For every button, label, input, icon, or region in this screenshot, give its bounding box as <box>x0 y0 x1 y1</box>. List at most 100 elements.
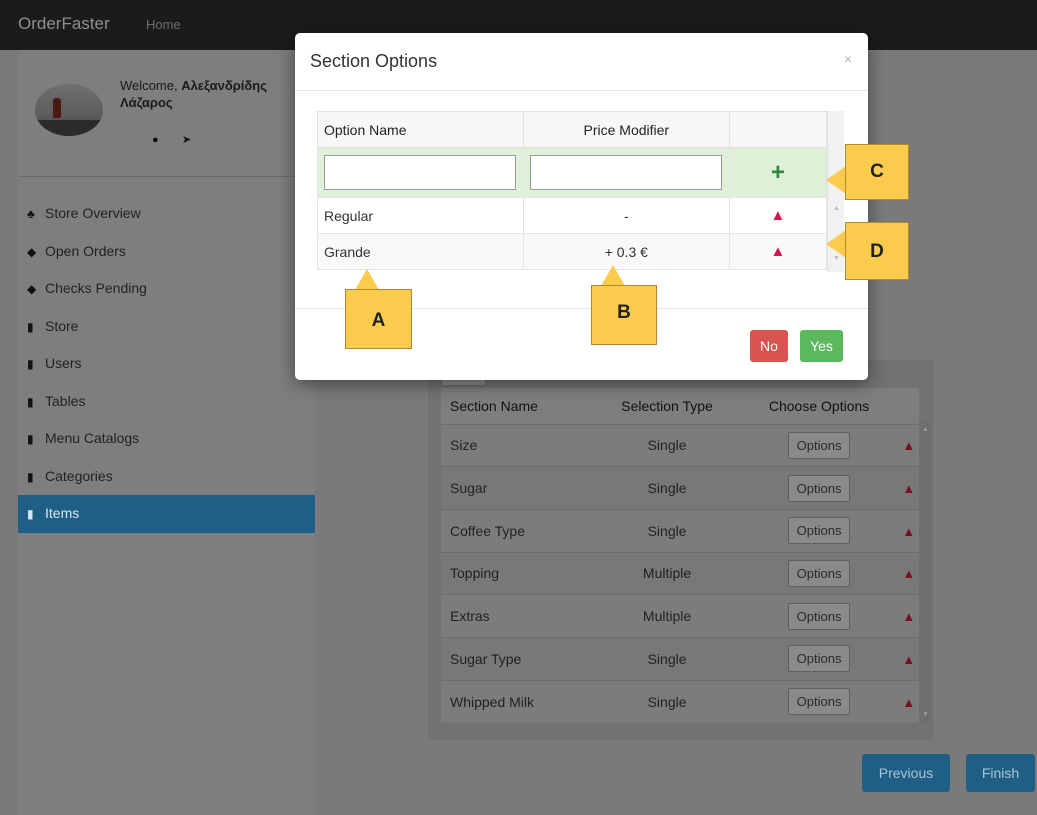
callout-c-pointer <box>826 166 846 194</box>
table-row: Size Single Options ▲ <box>441 423 919 467</box>
table-row: Topping Multiple Options ▲ <box>441 551 919 595</box>
sidebar-item-label: Items <box>45 505 80 521</box>
sidebar-item-store-overview[interactable]: ♣ Store Overview <box>18 195 315 233</box>
close-icon[interactable]: × <box>844 51 852 67</box>
section-name: Topping <box>441 551 595 595</box>
book-icon: ▮ <box>27 432 34 446</box>
diamond-icon: ◆ <box>27 244 37 259</box>
sidebar-item-label: Store <box>45 317 79 334</box>
modal-header: Section Options × <box>295 33 868 91</box>
options-table: Option Name Price Modifier + Regular - ▲… <box>317 111 828 270</box>
book-icon: ▮ <box>27 394 34 409</box>
callout-d: D <box>845 222 909 280</box>
sidebar: Welcome, Αλεξανδρίδης Λάζαρος ● ➤ ♣ Store… <box>18 50 315 815</box>
selection-type: Single <box>594 679 740 723</box>
sidebar-item-checks-pending[interactable]: ◆ Checks Pending <box>18 270 315 308</box>
table-row: Regular - ▲ <box>317 197 828 234</box>
delete-trash-icon[interactable]: ▲ <box>770 243 785 260</box>
options-button[interactable]: Options <box>787 431 851 459</box>
options-button[interactable]: Options <box>787 517 851 545</box>
avatar <box>35 84 103 136</box>
option-name: Grande <box>317 233 524 270</box>
sidebar-item-menu-catalogs[interactable]: ▮ Menu Catalogs <box>18 420 315 458</box>
options-button[interactable]: Options <box>787 645 851 673</box>
section-name: Extras <box>441 594 595 638</box>
option-name-input[interactable] <box>324 155 517 190</box>
logout-icon[interactable]: ➤ <box>182 133 191 146</box>
callout-a-pointer <box>355 269 379 290</box>
options-button[interactable]: Options <box>787 688 851 716</box>
scroll-down-icon[interactable]: ▼ <box>922 711 929 718</box>
sidebar-item-open-orders[interactable]: ◆ Open Orders <box>18 233 315 271</box>
trash-icon[interactable]: ▲ <box>902 652 915 667</box>
column-header-actions <box>728 111 828 148</box>
column-header: Selection Type <box>594 388 740 424</box>
table-row: Sugar Single Options ▲ <box>441 466 919 510</box>
trash-icon[interactable]: ▲ <box>902 566 915 581</box>
table-row: Grande + 0.3 € ▲ <box>317 233 828 270</box>
scroll-up-icon[interactable]: ▲ <box>833 205 840 212</box>
section-name: Sugar <box>441 466 595 510</box>
options-button[interactable]: Options <box>787 474 851 502</box>
price-modifier-input[interactable] <box>530 155 723 190</box>
trash-icon[interactable]: ▲ <box>902 695 915 710</box>
table-row: Sugar Type Single Options ▲ <box>441 636 919 681</box>
option-price: - <box>522 197 730 234</box>
sidebar-item-label: Tables <box>45 392 86 409</box>
sections-scrollbar[interactable]: ▲ ▼ <box>919 422 933 722</box>
sidebar-item-tables[interactable]: ▮ Tables <box>18 383 315 421</box>
avatar-figure <box>53 98 61 118</box>
callout-b-pointer <box>601 265 625 286</box>
sidebar-item-label: Menu Catalogs <box>45 430 140 446</box>
selection-type: Single <box>594 423 740 467</box>
trash-icon[interactable]: ▲ <box>902 524 915 539</box>
sidebar-item-store[interactable]: ▮ Store <box>18 308 315 346</box>
table-row: Extras Multiple Options ▲ <box>441 594 919 638</box>
book-icon: ▮ <box>27 319 34 334</box>
sidebar-item-users[interactable]: ▮ Users <box>18 345 315 383</box>
book-icon: ▮ <box>27 507 34 521</box>
user-icon[interactable]: ● <box>152 134 159 146</box>
nav-home-link[interactable]: Home <box>146 17 181 32</box>
selection-type: Single <box>594 466 740 510</box>
callout-b: B <box>591 285 657 345</box>
sidebar-item-items[interactable]: ▮ Items <box>18 495 315 533</box>
previous-button[interactable]: Previous <box>862 754 950 792</box>
sitemap-icon: ♣ <box>27 207 35 221</box>
option-name: Regular <box>317 197 524 234</box>
section-name: Coffee Type <box>441 508 595 553</box>
option-price: + 0.3 € <box>522 233 730 270</box>
section-name: Whipped Milk <box>441 679 595 723</box>
options-button[interactable]: Options <box>787 602 851 630</box>
user-firstname: Λάζαρος <box>120 95 173 110</box>
trash-icon[interactable]: ▲ <box>902 481 915 496</box>
scroll-up-icon[interactable]: ▲ <box>922 426 929 433</box>
add-option-plus-icon[interactable]: + <box>771 159 785 186</box>
section-name: Size <box>441 423 595 467</box>
callout-d-pointer <box>826 230 846 258</box>
avatar-ground <box>35 120 103 136</box>
column-header-option-name: Option Name <box>317 111 524 148</box>
trash-icon[interactable]: ▲ <box>902 438 915 453</box>
table-row: Whipped Milk Single Options ▲ <box>441 679 919 723</box>
sidebar-item-label: Checks Pending <box>45 280 147 296</box>
section-name: Sugar Type <box>441 636 595 681</box>
selection-type: Multiple <box>594 551 740 595</box>
sidebar-item-categories[interactable]: ▮ Categories <box>18 458 315 496</box>
brand-logo[interactable]: OrderFaster <box>18 14 110 34</box>
user-surname: Αλεξανδρίδης <box>181 78 267 93</box>
callout-c: C <box>845 144 909 200</box>
book-icon: ▮ <box>27 357 34 371</box>
sidebar-item-label: Categories <box>45 467 113 484</box>
yes-button[interactable]: Yes <box>800 330 843 362</box>
no-button[interactable]: No <box>750 330 788 362</box>
selection-type: Multiple <box>594 594 740 638</box>
options-button[interactable]: Options <box>787 559 851 587</box>
trash-icon[interactable]: ▲ <box>902 609 915 624</box>
modal-title: Section Options <box>310 51 438 71</box>
welcome-text: Welcome, Αλεξανδρίδης <box>120 77 267 95</box>
delete-trash-icon[interactable]: ▲ <box>770 207 785 224</box>
selection-type: Single <box>594 508 740 553</box>
table-row: Coffee Type Single Options ▲ <box>441 508 919 553</box>
finish-button[interactable]: Finish <box>966 754 1035 792</box>
